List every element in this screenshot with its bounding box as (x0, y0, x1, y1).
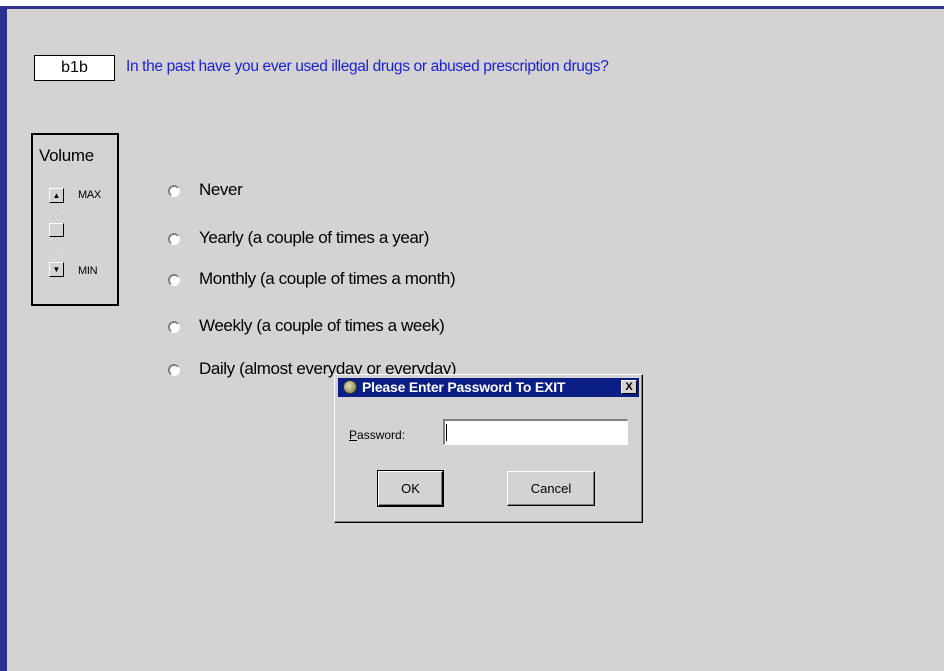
option-label: Never (199, 180, 243, 199)
option-label: Monthly (a couple of times a month) (199, 269, 456, 288)
app-globe-icon (343, 380, 357, 394)
volume-up-arrow-icon[interactable]: ▲ (49, 188, 64, 203)
volume-max-label: MAX (78, 189, 101, 201)
radio-button[interactable] (168, 233, 180, 245)
ok-button[interactable]: OK (377, 470, 444, 507)
question-id-box: b1b (34, 55, 115, 81)
text-caret (446, 424, 447, 441)
survey-window: b1b In the past have you ever used illeg… (0, 6, 944, 671)
dialog-titlebar[interactable]: Please Enter Password To EXIT X (338, 378, 639, 397)
password-label: Password: (349, 428, 405, 442)
radio-button[interactable] (168, 321, 180, 333)
radio-button[interactable] (168, 274, 180, 286)
close-icon[interactable]: X (621, 380, 637, 394)
volume-panel: Volume ▲ MAX ▼ MIN (31, 133, 119, 306)
password-input[interactable] (443, 419, 628, 445)
dialog-title: Please Enter Password To EXIT (362, 379, 566, 395)
option-label: Yearly (a couple of times a year) (199, 228, 429, 247)
volume-min-label: MIN (78, 265, 98, 277)
cancel-button[interactable]: Cancel (507, 471, 595, 506)
volume-down-arrow-icon[interactable]: ▼ (49, 262, 64, 277)
volume-slider-thumb[interactable] (49, 223, 64, 237)
password-dialog: Please Enter Password To EXIT X Password… (334, 374, 643, 523)
radio-button[interactable] (168, 185, 180, 197)
volume-title: Volume (39, 146, 94, 165)
password-label-text: assword: (357, 428, 406, 442)
password-label-mnemonic: P (349, 428, 358, 442)
option-label: Weekly (a couple of times a week) (199, 316, 445, 335)
question-text: In the past have you ever used illegal d… (126, 58, 609, 75)
radio-button[interactable] (168, 364, 180, 376)
